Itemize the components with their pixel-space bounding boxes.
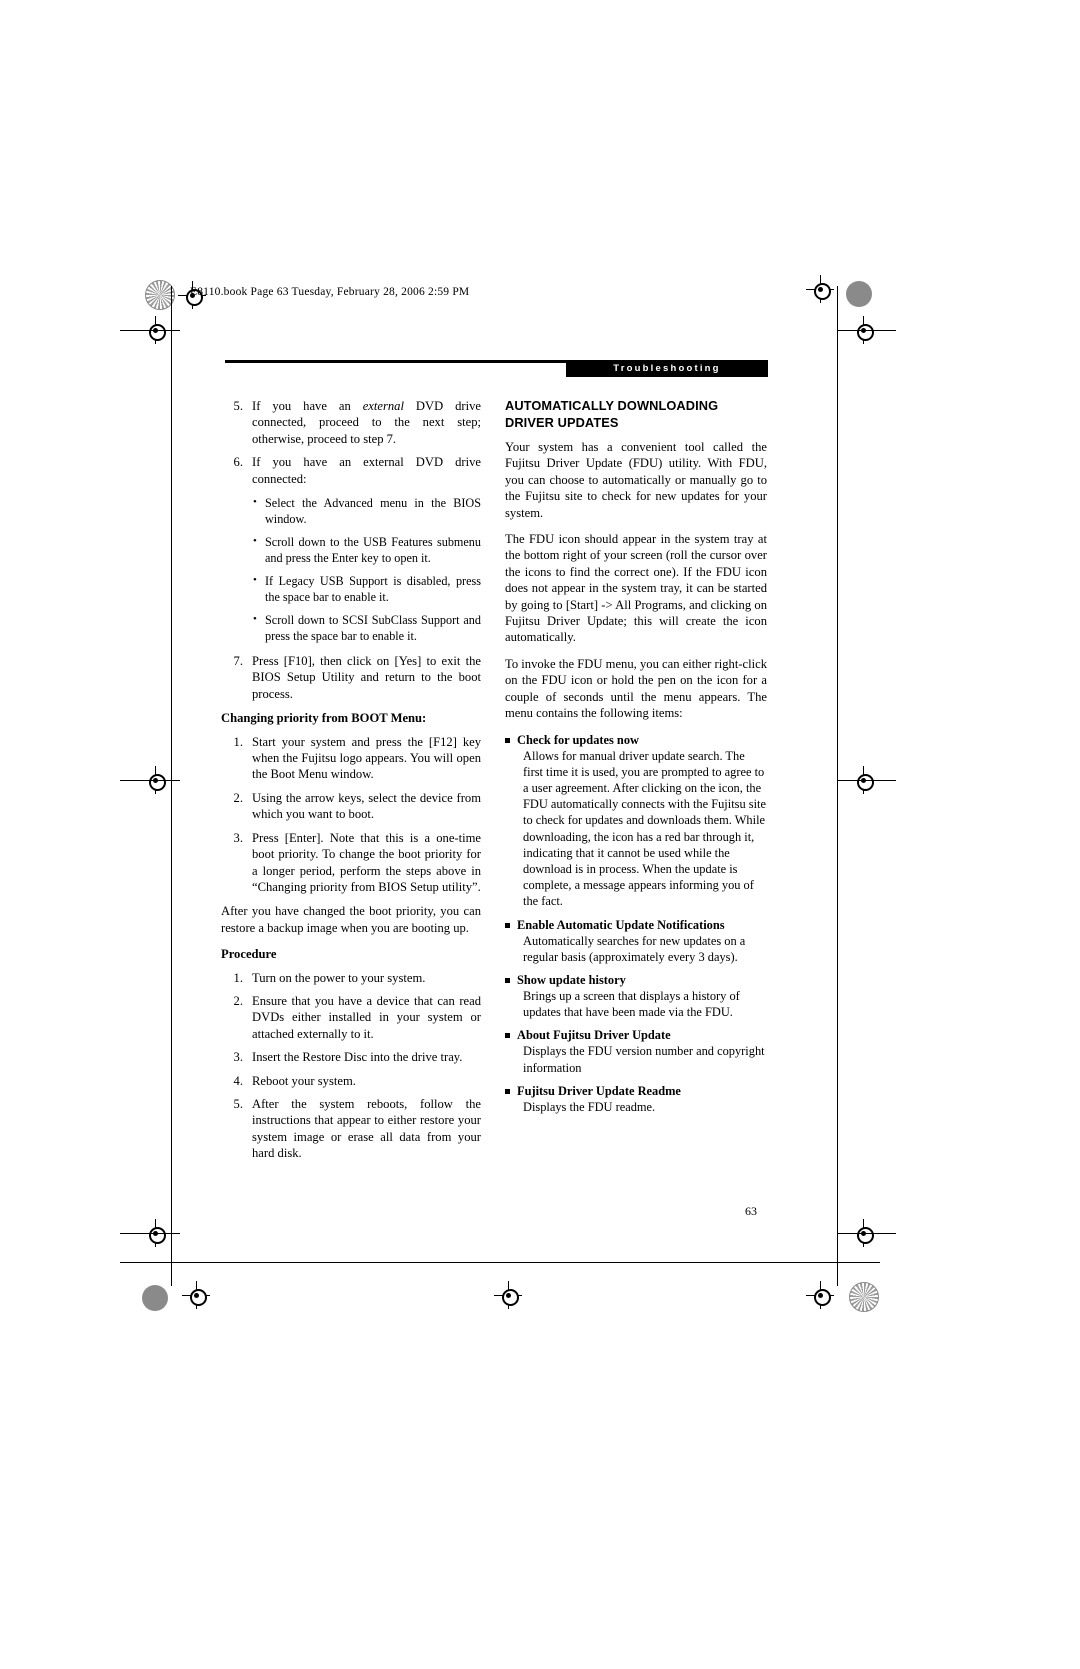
paragraph-after-boot-priority: After you have changed the boot priority…: [221, 904, 481, 935]
step-text: Reboot your system.: [252, 1073, 356, 1088]
list-item: 1. Start your system and press the [F12]…: [221, 734, 481, 783]
menu-item-description: Displays the FDU version number and copy…: [523, 1044, 765, 1075]
registration-graydot-top-right: [846, 281, 872, 307]
heading-procedure: Procedure: [221, 947, 277, 962]
step-text: Ensure that you have a device that can r…: [252, 993, 481, 1041]
step-number: 1.: [233, 970, 243, 985]
trim-line-mid-horizontal-right: [838, 780, 896, 781]
menu-item-title: Enable Automatic Update Notifications: [517, 917, 725, 932]
step-number: 4.: [233, 1073, 243, 1088]
registration-cross-bottom-left: [182, 1281, 210, 1309]
menu-item-title: Check for updates now: [517, 732, 639, 747]
step-seven-list: 7. Press [F10], then click on [Yes] to e…: [221, 653, 481, 702]
step-number: 2.: [233, 993, 243, 1008]
registration-cross-bottom-center: [494, 1281, 522, 1309]
list-item: 4. Reboot your system.: [221, 1073, 481, 1089]
step-text: Press [Enter]. Note that this is a one-t…: [252, 830, 481, 894]
section-heading: AUTOMATICALLY DOWNLOADING DRIVER UPDATES: [505, 398, 767, 431]
left-column: 5. If you have an external DVD drive con…: [221, 398, 481, 1170]
list-item: 2. Ensure that you have a device that ca…: [221, 993, 481, 1042]
step-text: If you have an external DVD drive connec…: [252, 455, 481, 486]
list-item: 5. If you have an external DVD drive con…: [221, 398, 481, 447]
heading-changing-priority-boot-menu: Changing priority from BOOT Menu:: [221, 711, 427, 726]
boot-menu-steps-list: 1. Start your system and press the [F12]…: [221, 734, 481, 896]
trim-line-low-horizontal-right: [838, 1233, 896, 1234]
menu-item-description: Automatically searches for new updates o…: [523, 933, 746, 964]
step-text: Using the arrow keys, select the device …: [252, 790, 481, 822]
trim-line-low-horizontal-left: [120, 1233, 180, 1234]
list-item: 6. If you have an external DVD drive con…: [221, 454, 481, 487]
step-number: 2.: [233, 790, 243, 805]
step-text: Insert the Restore Disc into the drive t…: [252, 1050, 463, 1065]
section-heading-line-1: AUTOMATICALLY DOWNLOADING: [505, 398, 719, 413]
registration-cross-top-right: [806, 275, 834, 303]
list-item: Scroll down to the USB Features submenu …: [252, 533, 481, 566]
step-number: 5.: [233, 399, 243, 413]
step-number: 3.: [233, 830, 243, 845]
list-item: Check for updates now Allows for manual …: [505, 732, 767, 910]
step-text: After the system reboots, follow the ins…: [252, 1096, 481, 1161]
list-item: 5. After the system reboots, follow the …: [221, 1096, 481, 1162]
step-text: Start your system and press the [F12] ke…: [252, 734, 481, 782]
emphasis-external: external: [362, 399, 404, 413]
trim-line-right-vertical: [837, 286, 838, 1286]
list-item: 2. Using the arrow keys, select the devi…: [221, 790, 481, 823]
step-number: 7.: [233, 654, 243, 669]
registration-cross-bottom-right: [806, 1281, 834, 1309]
paragraph-fdu-icon: The FDU icon should appear in the system…: [505, 532, 767, 645]
right-column: AUTOMATICALLY DOWNLOADING DRIVER UPDATES…: [505, 398, 767, 1122]
menu-item-title: About Fujitsu Driver Update: [517, 1028, 671, 1043]
fdu-menu-items-list: Check for updates now Allows for manual …: [505, 732, 767, 1115]
section-tab-troubleshooting: Troubleshooting: [566, 360, 768, 377]
sub-bullet-list: Select the Advanced menu in the BIOS win…: [252, 494, 481, 644]
registration-starburst-bottom-right: [849, 1282, 879, 1312]
list-item: Select the Advanced menu in the BIOS win…: [252, 494, 481, 527]
list-item: If Legacy USB Support is disabled, press…: [252, 572, 481, 605]
step-number: 6.: [233, 455, 243, 470]
trim-line-bottom-horizontal: [120, 1262, 880, 1263]
registration-graydot-bottom-left: [142, 1285, 168, 1311]
step-number: 3.: [233, 1050, 243, 1065]
procedure-steps-list: 1. Turn on the power to your system. 2. …: [221, 970, 481, 1162]
list-item: 1. Turn on the power to your system.: [221, 970, 481, 986]
list-item: Scroll down to SCSI SubClass Support and…: [252, 611, 481, 644]
book-file-header: E8110.book Page 63 Tuesday, February 28,…: [190, 286, 470, 298]
document-page: E8110.book Page 63 Tuesday, February 28,…: [0, 0, 1080, 1669]
step-text: Press [F10], then click on [Yes] to exit…: [252, 654, 481, 701]
trim-line-mid-horizontal-left: [120, 780, 180, 781]
menu-item-description: Displays the FDU readme.: [523, 1099, 656, 1114]
steps-continued-list: 5. If you have an external DVD drive con…: [221, 398, 481, 487]
list-item: Enable Automatic Update Notifications Au…: [505, 917, 767, 965]
list-item: Show update history Brings up a screen t…: [505, 972, 767, 1020]
trim-line-left-vertical: [171, 286, 172, 1286]
trim-line-top-horizontal-right: [838, 330, 896, 331]
list-item: 7. Press [F10], then click on [Yes] to e…: [221, 653, 481, 702]
paragraph-fdu-menu: To invoke the FDU menu, you can either r…: [505, 656, 767, 721]
step-text: Turn on the power to your system.: [252, 970, 426, 985]
menu-item-description: Allows for manual driver update search. …: [523, 748, 766, 909]
step-text: If you have an external DVD drive connec…: [252, 399, 481, 446]
list-item: 3. Insert the Restore Disc into the driv…: [221, 1049, 481, 1065]
page-number: 63: [745, 1204, 757, 1218]
section-heading-line-2: DRIVER UPDATES: [505, 414, 619, 430]
list-item: Fujitsu Driver Update Readme Displays th…: [505, 1083, 767, 1115]
menu-item-title: Fujitsu Driver Update Readme: [517, 1083, 681, 1098]
step-number: 5.: [233, 1096, 243, 1111]
step-number: 1.: [233, 734, 243, 749]
menu-item-title: Show update history: [517, 972, 626, 987]
menu-item-description: Brings up a screen that displays a histo…: [523, 988, 740, 1020]
list-item: 3. Press [Enter]. Note that this is a on…: [221, 830, 481, 896]
paragraph-fdu-intro: Your system has a convenient tool called…: [505, 440, 767, 520]
trim-line-top-horizontal: [120, 330, 180, 331]
list-item: About Fujitsu Driver Update Displays the…: [505, 1027, 767, 1075]
